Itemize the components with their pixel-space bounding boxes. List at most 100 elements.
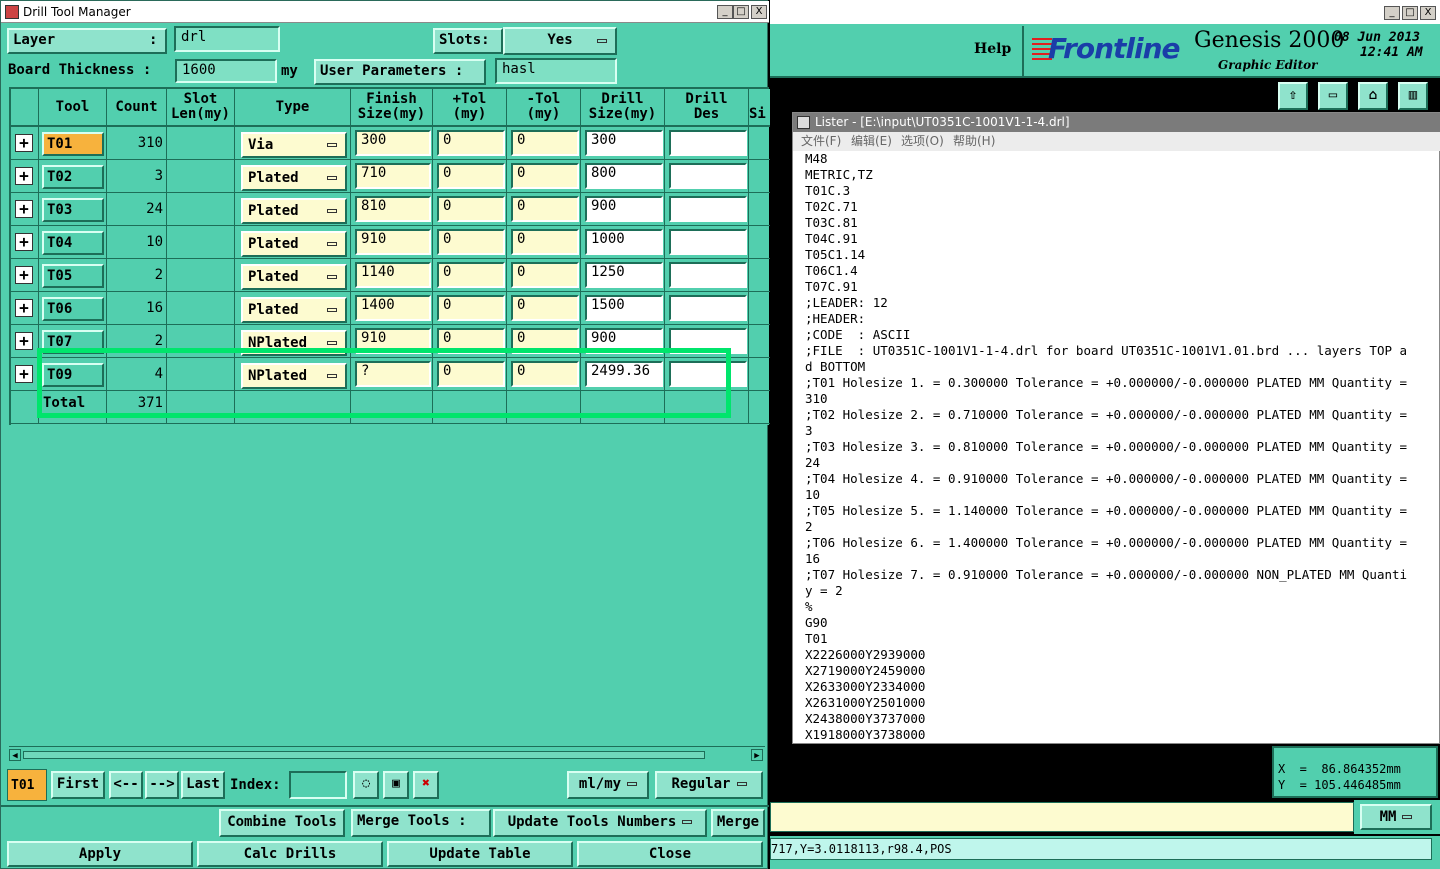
type-dropdown[interactable]: Plated xyxy=(241,297,347,323)
update-table-button[interactable]: Update Table xyxy=(387,841,573,867)
plus-tol-input[interactable]: 0 xyxy=(437,361,505,387)
drill-des-input[interactable] xyxy=(669,361,747,387)
expand-plus-icon[interactable]: + xyxy=(15,266,33,284)
finish-size-input[interactable]: 1140 xyxy=(355,262,431,288)
finish-size-input[interactable]: 810 xyxy=(355,196,431,222)
index-input[interactable] xyxy=(289,771,347,799)
drill-des-input[interactable] xyxy=(669,196,747,222)
tool-button[interactable]: T02 xyxy=(42,165,104,189)
menu-options[interactable]: 选项(O) xyxy=(901,132,944,151)
maximize-button[interactable]: □ xyxy=(1402,6,1418,20)
first-button[interactable]: First xyxy=(51,771,105,799)
tool-button[interactable]: T03 xyxy=(42,198,104,222)
drill-size-input[interactable]: 1500 xyxy=(585,295,663,321)
drill-size-input[interactable]: 1250 xyxy=(585,262,663,288)
tool-icon-3[interactable]: ⌂ xyxy=(1358,82,1388,110)
drill-size-input[interactable]: 1000 xyxy=(585,229,663,255)
layer-input[interactable]: drl xyxy=(174,26,280,52)
expand-plus-icon[interactable]: + xyxy=(15,365,33,383)
bulb-icon[interactable]: ◌ xyxy=(353,771,379,799)
type-dropdown[interactable]: Plated xyxy=(241,165,347,191)
drill-size-input[interactable]: 2499.36 xyxy=(585,361,663,387)
expand-plus-icon[interactable]: + xyxy=(15,332,33,350)
minus-tol-input[interactable]: 0 xyxy=(511,295,579,321)
type-dropdown[interactable]: Plated xyxy=(241,264,347,290)
mode-dropdown[interactable]: Regular xyxy=(655,771,763,799)
close-button[interactable]: X xyxy=(751,5,767,19)
menu-help[interactable]: 帮助(H) xyxy=(953,132,995,151)
close-button[interactable]: X xyxy=(1420,6,1436,20)
expand-plus-icon[interactable]: + xyxy=(15,233,33,251)
apply-button[interactable]: Apply xyxy=(7,841,193,867)
minus-tol-input[interactable]: 0 xyxy=(511,229,579,255)
minus-tol-input[interactable]: 0 xyxy=(511,361,579,387)
tool-button[interactable]: T01 xyxy=(42,132,104,156)
minimize-button[interactable]: _ xyxy=(717,5,733,19)
next-button[interactable]: --> xyxy=(145,771,179,799)
type-dropdown[interactable]: Plated xyxy=(241,231,347,257)
finish-size-input[interactable]: 300 xyxy=(355,130,431,156)
minus-tol-input[interactable]: 0 xyxy=(511,130,579,156)
tool-button[interactable]: T04 xyxy=(42,231,104,255)
finish-size-input[interactable]: 910 xyxy=(355,328,431,354)
unit-dropdown[interactable]: MM xyxy=(1360,804,1432,830)
tool-button[interactable]: T05 xyxy=(42,264,104,288)
delete-icon[interactable]: ✖ xyxy=(413,771,439,799)
drill-size-input[interactable]: 300 xyxy=(585,130,663,156)
type-dropdown[interactable]: NPlated xyxy=(241,363,347,389)
drill-des-input[interactable] xyxy=(669,229,747,255)
drill-des-input[interactable] xyxy=(669,295,747,321)
expand-plus-icon[interactable]: + xyxy=(15,167,33,185)
type-dropdown[interactable]: NPlated xyxy=(241,330,347,356)
tool-button[interactable]: T09 xyxy=(42,363,104,387)
plus-tol-input[interactable]: 0 xyxy=(437,262,505,288)
board-thickness-input[interactable]: 1600 xyxy=(175,59,277,83)
drill-des-input[interactable] xyxy=(669,328,747,354)
drill-size-input[interactable]: 900 xyxy=(585,196,663,222)
scroll-left-icon[interactable]: ◀ xyxy=(9,749,21,761)
maximize-button[interactable]: □ xyxy=(733,5,749,19)
scroll-thumb[interactable] xyxy=(23,751,705,759)
drill-des-input[interactable] xyxy=(669,163,747,189)
type-dropdown[interactable]: Via xyxy=(241,132,347,158)
command-input[interactable] xyxy=(770,802,1354,832)
minus-tol-input[interactable]: 0 xyxy=(511,196,579,222)
calc-drills-button[interactable]: Calc Drills xyxy=(197,841,383,867)
expand-plus-icon[interactable]: + xyxy=(15,134,33,152)
update-tools-numbers-dropdown[interactable]: Update Tools Numbers xyxy=(493,809,707,837)
expand-plus-icon[interactable]: + xyxy=(15,299,33,317)
minus-tol-input[interactable]: 0 xyxy=(511,328,579,354)
finish-size-input[interactable]: 710 xyxy=(355,163,431,189)
finish-size-input[interactable]: 1400 xyxy=(355,295,431,321)
drill-size-input[interactable]: 800 xyxy=(585,163,663,189)
plus-tol-input[interactable]: 0 xyxy=(437,130,505,156)
minus-tol-input[interactable]: 0 xyxy=(511,262,579,288)
plus-tol-input[interactable]: 0 xyxy=(437,196,505,222)
minimize-button[interactable]: _ xyxy=(1384,6,1400,20)
prev-button[interactable]: <-- xyxy=(109,771,143,799)
plus-tol-input[interactable]: 0 xyxy=(437,295,505,321)
user-parameters-input[interactable]: hasl xyxy=(495,58,617,84)
tool-button[interactable]: T07 xyxy=(42,330,104,354)
drill-des-input[interactable] xyxy=(669,130,747,156)
units-dropdown[interactable]: ml/my xyxy=(567,771,649,799)
slots-dropdown[interactable]: Yes xyxy=(503,27,617,55)
tool-icon-2[interactable]: ▭ xyxy=(1318,82,1348,110)
merge-button[interactable]: Merge xyxy=(711,809,765,837)
close-dialog-button[interactable]: Close xyxy=(577,841,763,867)
tool-icon-1[interactable]: ⇧ xyxy=(1278,82,1308,110)
combine-tools-button[interactable]: Combine Tools xyxy=(219,809,345,837)
plus-tol-input[interactable]: 0 xyxy=(437,328,505,354)
tool-button[interactable]: T06 xyxy=(42,297,104,321)
horizontal-scrollbar[interactable]: ◀ ▶ xyxy=(9,746,765,762)
help-button[interactable]: Help xyxy=(974,41,1011,57)
last-button[interactable]: Last xyxy=(181,771,225,799)
finish-size-input[interactable]: ? xyxy=(355,361,431,387)
drill-size-input[interactable]: 900 xyxy=(585,328,663,354)
plus-tol-input[interactable]: 0 xyxy=(437,163,505,189)
menu-file[interactable]: 文件(F) xyxy=(801,132,841,151)
drill-des-input[interactable] xyxy=(669,262,747,288)
scroll-right-icon[interactable]: ▶ xyxy=(751,749,763,761)
edit-icon[interactable]: ▣ xyxy=(383,771,409,799)
minus-tol-input[interactable]: 0 xyxy=(511,163,579,189)
